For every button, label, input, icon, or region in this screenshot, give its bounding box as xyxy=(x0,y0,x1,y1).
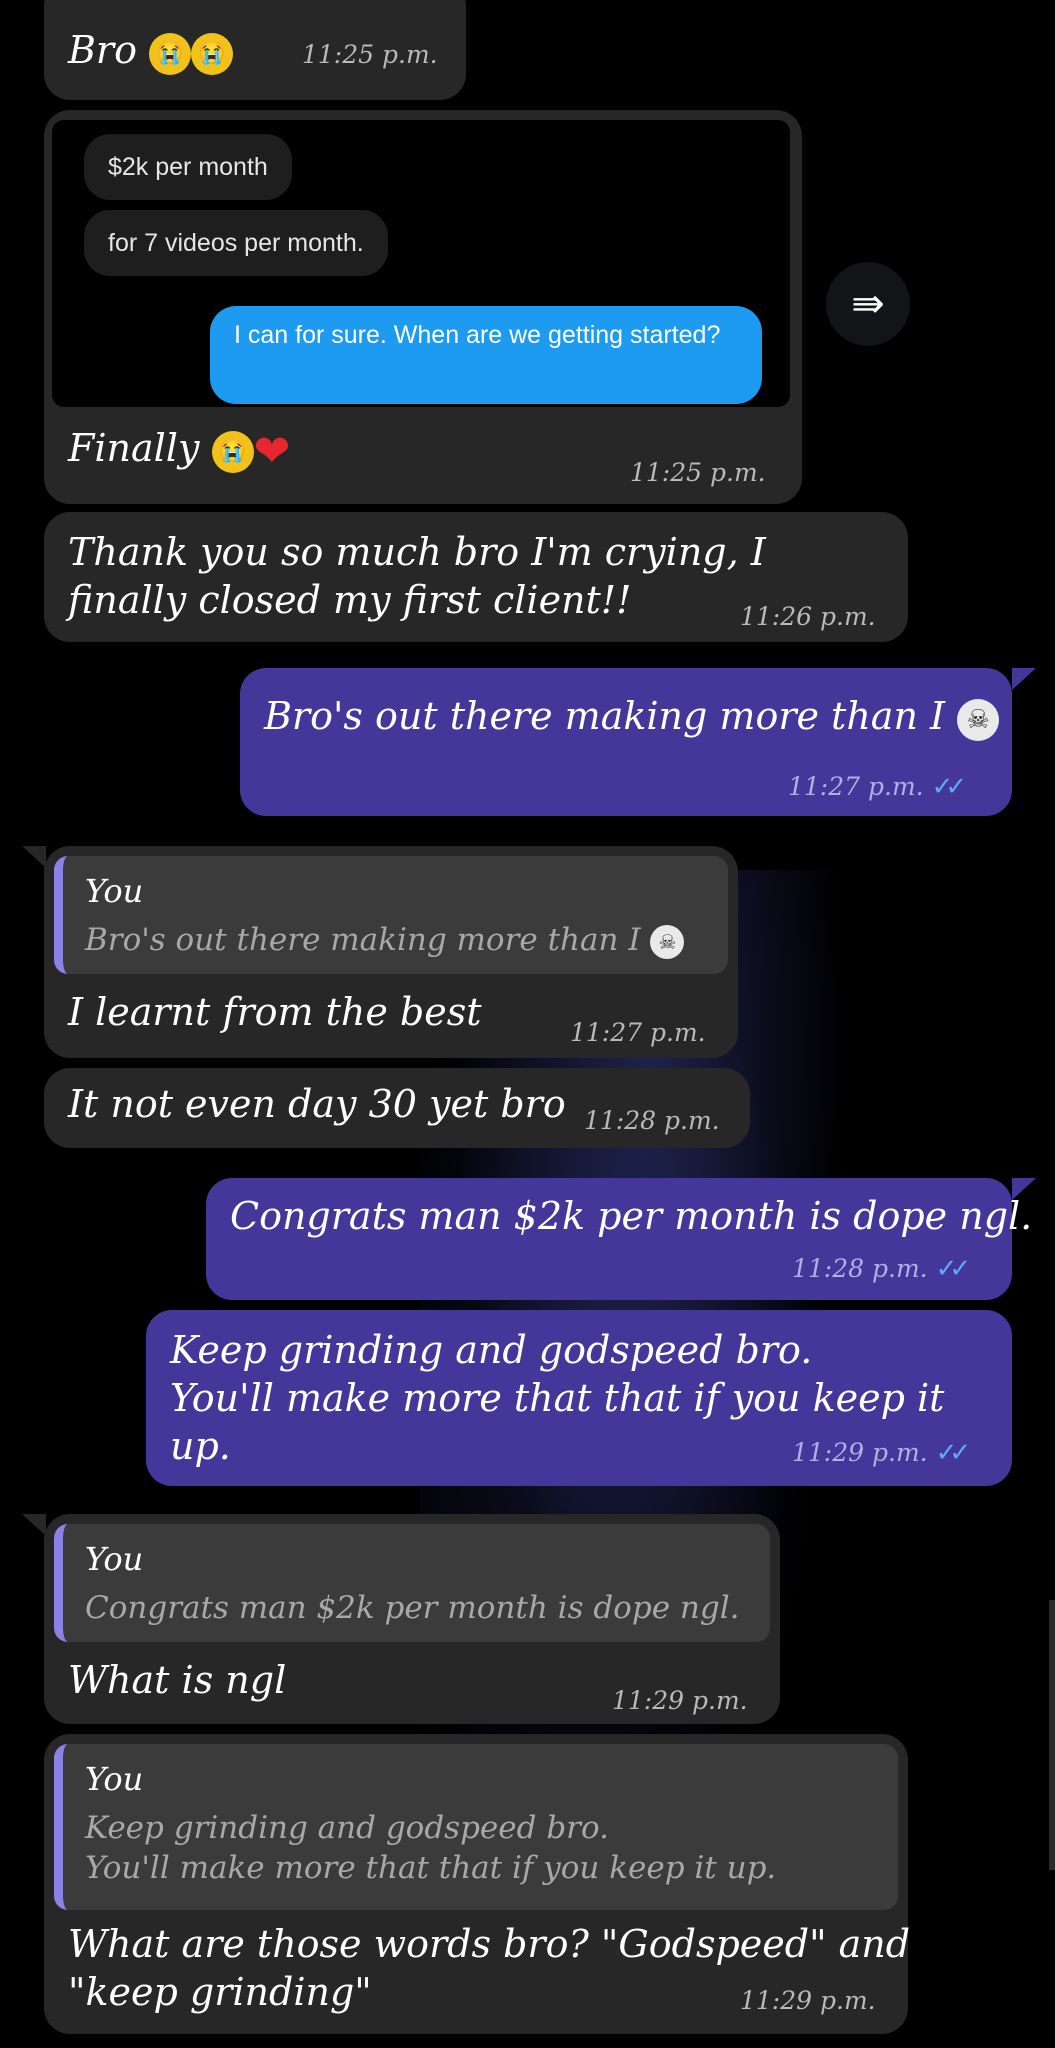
forward-share-icon[interactable]: ⇛ xyxy=(826,262,910,346)
loudly-crying-emoji-icon: 😭 xyxy=(149,32,192,75)
message-incoming[interactable]: Bro 😭 😭 11:25 p.m. xyxy=(44,0,466,100)
reply-text: Congrats man $2k per month is dope ngl. xyxy=(85,1590,740,1626)
quoted-reply[interactable]: You Congrats man $2k per month is dope n… xyxy=(54,1524,770,1642)
double-check-icon: ✓✓ xyxy=(935,1254,971,1284)
screenshot-message: for 7 videos per month. xyxy=(84,210,388,276)
message-time: 11:28 p.m. xyxy=(584,1106,720,1135)
message-time: 11:28 p.m. ✓✓ xyxy=(792,1254,971,1284)
message-text: Bro's out there making more than I xyxy=(264,694,946,738)
screenshot-reply: I can for sure. When are we getting star… xyxy=(210,306,762,404)
message-text-line: Keep grinding and godspeed bro. xyxy=(170,1328,813,1372)
screenshot-message: $2k per month xyxy=(84,134,292,200)
message-text: I learnt from the best xyxy=(68,990,482,1034)
quoted-reply[interactable]: You Bro's out there making more than I ☠ xyxy=(54,856,728,974)
reply-author: You xyxy=(85,872,144,910)
reply-author: You xyxy=(85,1540,144,1578)
message-time: 11:25 p.m. xyxy=(630,458,766,487)
message-text-line: What are those words bro? "Godspeed" and xyxy=(68,1922,911,1966)
loudly-crying-emoji-icon: 😭 xyxy=(191,32,234,75)
message-incoming-reply[interactable]: You Congrats man $2k per month is dope n… xyxy=(44,1514,780,1724)
message-text-line: You'll make more that that if you keep i… xyxy=(170,1376,945,1420)
message-incoming[interactable]: It not even day 30 yet bro 11:28 p.m. xyxy=(44,1068,750,1148)
loudly-crying-emoji-icon: 😭 xyxy=(211,430,254,473)
double-check-icon: ✓✓ xyxy=(935,1438,971,1468)
message-incoming[interactable]: Thank you so much bro I'm crying, I fina… xyxy=(44,512,908,642)
message-time: 11:27 p.m. xyxy=(570,1018,706,1047)
message-incoming[interactable]: $2k per month for 7 videos per month. I … xyxy=(44,110,802,504)
bubble-tail xyxy=(1012,1178,1036,1200)
reply-author: You xyxy=(85,1760,144,1798)
scrollbar[interactable] xyxy=(1049,1600,1055,1870)
message-outgoing[interactable]: Keep grinding and godspeed bro. You'll m… xyxy=(146,1310,1012,1486)
quoted-reply[interactable]: You Keep grinding and godspeed bro. You'… xyxy=(54,1744,898,1910)
double-check-icon: ✓✓ xyxy=(931,772,967,802)
message-outgoing[interactable]: Congrats man $2k per month is dope ngl. … xyxy=(206,1178,1032,1300)
message-text: Congrats man $2k per month is dope ngl. xyxy=(230,1194,1033,1238)
reply-text: Bro's out there making more than I xyxy=(85,922,641,958)
message-incoming-reply[interactable]: You Bro's out there making more than I ☠… xyxy=(44,846,738,1058)
message-incoming-reply[interactable]: You Keep grinding and godspeed bro. You'… xyxy=(44,1734,911,2034)
message-time: 11:26 p.m. xyxy=(740,602,876,631)
message-time: 11:29 p.m. xyxy=(740,1986,876,2015)
message-text: What is ngl xyxy=(68,1658,287,1702)
message-time: 11:27 p.m. ✓✓ xyxy=(788,772,967,802)
skull-emoji-icon: ☠ xyxy=(957,698,1000,741)
message-text: Bro xyxy=(68,28,137,72)
message-text: It not even day 30 yet bro xyxy=(68,1082,566,1126)
message-outgoing[interactable]: Bro's out there making more than I ☠ 11:… xyxy=(240,668,1012,816)
skull-emoji-icon: ☠ xyxy=(650,924,685,959)
bubble-tail xyxy=(1012,668,1036,690)
bubble-tail xyxy=(22,846,46,868)
red-heart-icon: ❤ xyxy=(253,425,291,477)
bubble-tail xyxy=(22,1514,46,1536)
reply-text-line: Keep grinding and godspeed bro. xyxy=(85,1810,609,1846)
message-text: Finally xyxy=(68,426,200,470)
message-time: 11:29 p.m. ✓✓ xyxy=(792,1438,971,1468)
attached-screenshot[interactable]: $2k per month for 7 videos per month. I … xyxy=(52,120,790,407)
message-time: 11:25 p.m. xyxy=(302,40,438,69)
reply-text-line: You'll make more that that if you keep i… xyxy=(85,1850,777,1886)
message-time: 11:29 p.m. xyxy=(612,1686,748,1715)
